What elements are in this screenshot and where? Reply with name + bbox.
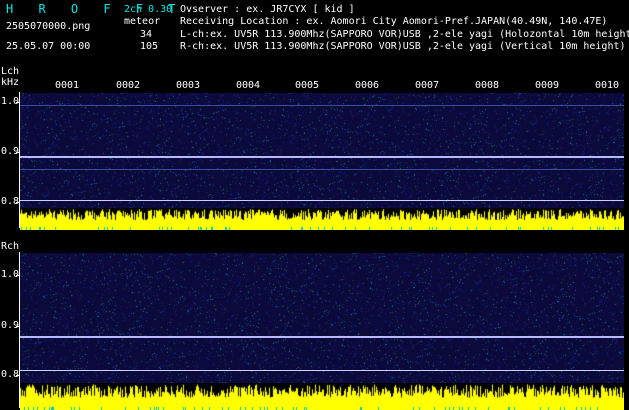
rch-ref-line [20, 370, 624, 371]
rch-amplitude [20, 383, 624, 410]
file-name: 2505070000.png [6, 21, 91, 32]
time-label: 0005 [295, 80, 320, 91]
mode-label: meteor [124, 16, 161, 27]
time-label: 0004 [236, 80, 261, 91]
time-label: 0008 [475, 80, 500, 91]
observer-line: Ovserver : ex. JR7CYX [ kid ] [180, 4, 355, 15]
rch-label: Rch [1, 241, 20, 252]
time-label: 0001 [55, 80, 80, 91]
lch-ref-line [20, 169, 624, 170]
rch-count: 105 [140, 41, 159, 52]
time-label: 0007 [415, 80, 440, 91]
rch-spectrogram [20, 253, 624, 410]
rch-waterfall [20, 253, 624, 383]
lch-ref-line [20, 105, 624, 106]
app-version: 2ch 0.30 [124, 4, 173, 15]
time-label: 0002 [116, 80, 141, 91]
time-label: 0010 [595, 80, 620, 91]
time-label: 0003 [176, 80, 201, 91]
time-label: 0006 [355, 80, 380, 91]
lch-config-line: L-ch:ex. UV5R 113.900Mhz(SAPPORO VOR)USB… [180, 29, 629, 40]
lch-waterfall [20, 93, 624, 208]
lch-unit: kHz [1, 77, 20, 88]
date-time: 25.05.07 00:00 [6, 41, 91, 52]
lch-ref-line [20, 200, 624, 201]
rch-config-line: R-ch:ex. UV5R 113.900Mhz(SAPPORO VOR)USB… [180, 41, 626, 52]
time-label: 0009 [535, 80, 560, 91]
rch-signal-line [20, 336, 624, 338]
lch-signal-line [20, 156, 624, 158]
lch-spectrogram [20, 93, 624, 230]
lch-amplitude [20, 208, 624, 230]
location-line: Receiving Location : ex. Aomori City Aom… [180, 16, 608, 27]
lch-count: 34 [140, 29, 153, 40]
